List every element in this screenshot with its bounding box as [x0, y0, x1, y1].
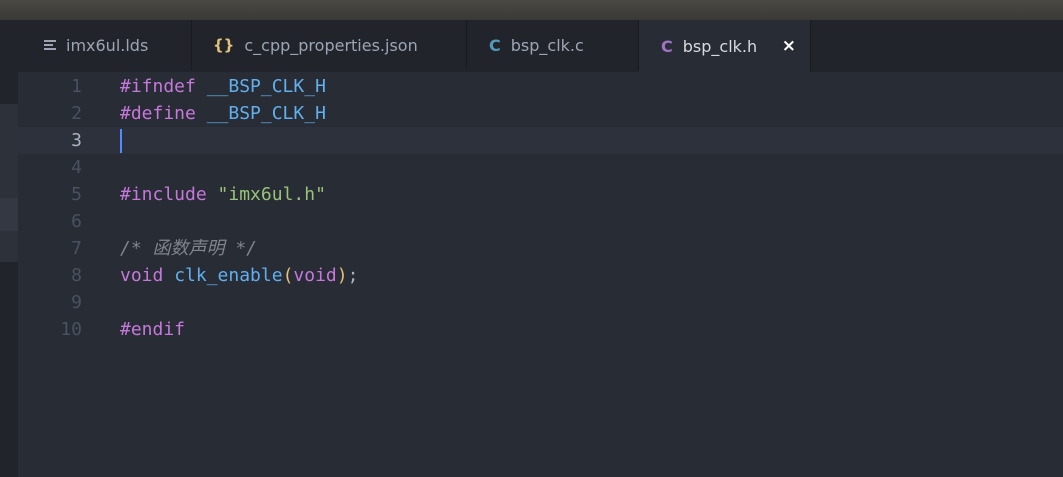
c-file-icon: C	[489, 35, 501, 55]
sidebar-panel-fragment	[0, 104, 18, 262]
cursor-line-highlight	[18, 127, 1063, 154]
close-paren: )	[336, 265, 348, 286]
sidebar-edge	[0, 72, 18, 477]
code-line-7: /* 函数声明 */	[120, 235, 257, 262]
preprocessor-directive: #endif	[120, 319, 186, 340]
include-string: "imx6ul.h"	[217, 184, 326, 205]
line-number-current: 3	[71, 130, 82, 151]
tab-bar: imx6ul.lds {} c_cpp_properties.json C bs…	[0, 20, 1063, 72]
code-line-5: #include "imx6ul.h"	[120, 181, 326, 208]
param-type: void	[293, 265, 337, 286]
line-number: 1	[71, 76, 82, 97]
code-line-2: #define __BSP_CLK_H	[120, 100, 326, 127]
tab-c-cpp-properties-json[interactable]: {} c_cpp_properties.json	[192, 20, 467, 70]
function-name: clk_enable	[174, 265, 283, 286]
line-number: 6	[71, 211, 82, 232]
line-number: 5	[71, 184, 82, 205]
line-number: 8	[71, 265, 82, 286]
code-line-1: #ifndef __BSP_CLK_H	[120, 73, 326, 100]
line-number: 7	[71, 238, 82, 259]
open-paren: (	[282, 265, 294, 286]
semicolon: ;	[347, 265, 359, 286]
tab-bsp-clk-h[interactable]: C bsp_clk.h ×	[639, 20, 811, 72]
text-cursor	[120, 129, 122, 153]
text-lines-icon	[44, 39, 56, 51]
return-type: void	[120, 265, 164, 286]
preprocessor-directive: #include	[120, 184, 207, 205]
tab-label: bsp_clk.c	[510, 35, 584, 55]
macro-name: __BSP_CLK_H	[206, 103, 326, 124]
json-braces-icon: {}	[213, 36, 235, 54]
tab-label: c_cpp_properties.json	[244, 35, 418, 55]
line-number: 2	[71, 103, 82, 124]
code-editor[interactable]: 1 2 3 4 5 6 7 8 9 10 #ifndef __BSP_CLK_H…	[18, 72, 1063, 477]
code-line-10: #endif	[120, 316, 185, 343]
tab-bsp-clk-c[interactable]: C bsp_clk.c	[467, 20, 639, 70]
tab-label: bsp_clk.h	[682, 36, 758, 56]
close-tab-icon[interactable]: ×	[782, 36, 796, 56]
line-number: 4	[71, 157, 82, 178]
c-header-file-icon: C	[661, 36, 673, 56]
macro-name: __BSP_CLK_H	[206, 76, 326, 97]
preprocessor-directive: #ifndef	[120, 76, 196, 97]
tab-imx6ul-lds[interactable]: imx6ul.lds	[0, 20, 192, 70]
tab-label: imx6ul.lds	[66, 35, 149, 55]
code-comment: /* 函数声明 */	[120, 238, 258, 259]
sidebar-selected-fragment	[0, 198, 18, 231]
preprocessor-directive: #define	[120, 103, 196, 124]
code-line-8: void clk_enable(void);	[120, 262, 358, 289]
line-number: 9	[71, 292, 82, 313]
window-titlebar	[0, 0, 1063, 20]
line-number: 10	[60, 319, 82, 340]
